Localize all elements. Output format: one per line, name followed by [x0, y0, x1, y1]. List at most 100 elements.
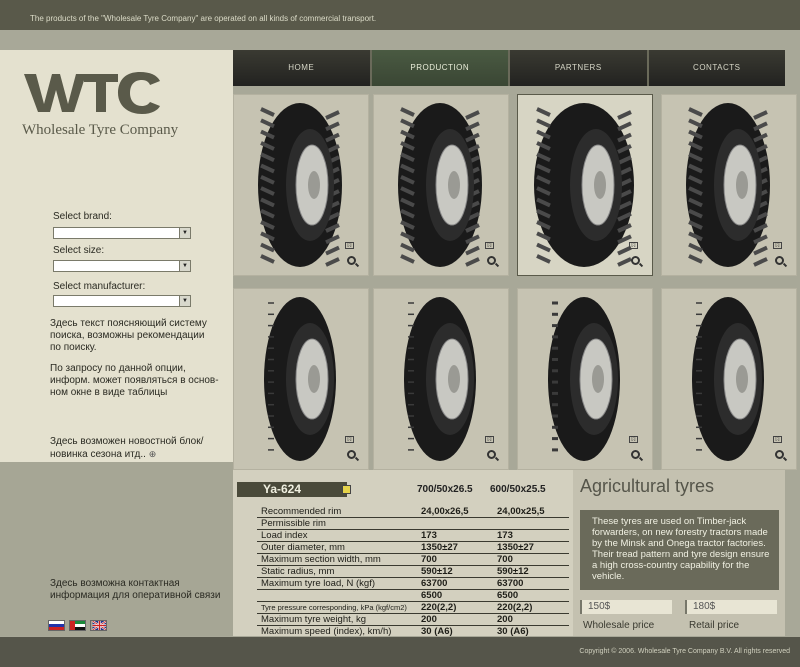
- uk-flag-icon[interactable]: [90, 620, 107, 631]
- tyre-card[interactable]: [:]: [233, 288, 369, 470]
- enlarge-icon[interactable]: [:]: [773, 242, 782, 249]
- tyre-card[interactable]: [:]: [517, 288, 653, 470]
- size-label: Select size:: [53, 245, 105, 256]
- spec-label: Outer diameter, mm: [257, 541, 417, 554]
- enlarge-icon[interactable]: [:]: [629, 242, 638, 249]
- enlarge-icon[interactable]: [:]: [345, 436, 354, 443]
- spec-row: Static radius, mm 590±12 590±12: [257, 565, 569, 578]
- enlarge-icon[interactable]: [:]: [485, 242, 494, 249]
- tyre-card[interactable]: [:]: [661, 94, 797, 276]
- highway-tyre-image[interactable]: [250, 295, 350, 463]
- footer: Copyright © 2006. Wholesale Tyre Company…: [0, 637, 800, 667]
- spec-label: [257, 589, 417, 602]
- brand-select[interactable]: ▼: [53, 227, 191, 239]
- tyre-gallery: [:] [:] [:] [:] [:] [:] [:] [:]: [233, 90, 797, 470]
- wholesale-price-label: Wholesale price: [583, 620, 655, 631]
- tyre-card[interactable]: [:]: [373, 94, 509, 276]
- manufacturer-label: Select manufacturer:: [53, 281, 146, 292]
- spec-value-1: 220(2,2): [417, 601, 493, 614]
- nav-home[interactable]: HOME: [233, 50, 372, 86]
- chevron-down-icon[interactable]: ▼: [179, 261, 190, 271]
- spec-value-1: 24,00x26,5: [417, 506, 493, 518]
- highway-tyre-image[interactable]: [678, 295, 778, 463]
- spec-label: Maximum tyre load, N (kgf): [257, 577, 417, 590]
- language-switcher: [48, 620, 107, 631]
- spec-label: Maximum section width, mm: [257, 553, 417, 566]
- model-marker-icon: [342, 485, 351, 494]
- search-note-line: по поиску.: [50, 342, 97, 353]
- chevron-down-icon[interactable]: ▼: [179, 296, 190, 306]
- spec-row: Maximum section width, mm 700 700: [257, 553, 569, 566]
- tyre-card[interactable]: [:]: [661, 288, 797, 470]
- zoom-icon[interactable]: [347, 450, 356, 459]
- news-block: Здесь возможен новостной блок/ новинка с…: [50, 436, 203, 461]
- company-name: Wholesale Tyre Company: [22, 122, 179, 138]
- flotation-tyre-image[interactable]: [534, 101, 634, 269]
- spec-value-2: 6500: [493, 589, 569, 602]
- main-nav: HOME PRODUCTION PARTNERS CONTACTS: [233, 50, 785, 86]
- contact-note: Здесь возможна контактная информация для…: [50, 578, 220, 602]
- size-column-1[interactable]: 700/50x26.5: [417, 484, 473, 495]
- news-line: Здесь возможен новостной блок/: [50, 436, 204, 447]
- spec-value-2: 220(2,2): [493, 601, 569, 614]
- spec-label: Permissible rim: [257, 517, 417, 530]
- size-select[interactable]: ▼: [53, 260, 191, 272]
- request-note-line: По запросу по данной опции,: [50, 363, 186, 374]
- more-icon[interactable]: ⊕: [149, 449, 157, 459]
- manufacturer-select[interactable]: ▼: [53, 295, 191, 307]
- enlarge-icon[interactable]: [:]: [629, 436, 638, 443]
- zoom-icon[interactable]: [631, 256, 640, 265]
- zoom-icon[interactable]: [487, 450, 496, 459]
- spec-value-1: [417, 517, 493, 530]
- spec-row: Load index 173 173: [257, 529, 569, 542]
- spec-label: Load index: [257, 529, 417, 542]
- enlarge-icon[interactable]: [:]: [485, 436, 494, 443]
- nav-partners[interactable]: PARTNERS: [510, 50, 649, 86]
- zoom-icon[interactable]: [347, 256, 356, 265]
- winter-tyre-image[interactable]: [534, 295, 634, 463]
- spec-value-2: 24,00x25,5: [493, 506, 569, 518]
- nav-contacts[interactable]: CONTACTS: [648, 50, 785, 86]
- spec-value-2: 200: [493, 613, 569, 626]
- description-panel: Agricultural tyres These tyres are used …: [573, 470, 785, 636]
- request-note-line: информ. может появляться в основ-: [50, 375, 219, 386]
- spec-label: Maximum speed (index), km/h): [257, 625, 417, 638]
- nav-production[interactable]: PRODUCTION: [371, 50, 510, 86]
- spec-label: Recommended rim: [257, 506, 417, 518]
- enlarge-icon[interactable]: [:]: [773, 436, 782, 443]
- copyright: Copyright © 2006. Wholesale Tyre Company…: [579, 648, 790, 655]
- tyre-card[interactable]: [:]: [517, 94, 653, 276]
- tyre-card[interactable]: [:]: [233, 94, 369, 276]
- zoom-icon[interactable]: [775, 450, 784, 459]
- search-note-line: Здесь текст поясняющий систему: [50, 318, 207, 329]
- russian-flag-icon[interactable]: [48, 620, 65, 631]
- zoom-icon[interactable]: [775, 256, 784, 265]
- size-column-2[interactable]: 600/50x25.5: [490, 484, 546, 495]
- agricultural-tyre-image[interactable]: [678, 101, 778, 269]
- agricultural-tyre-image[interactable]: [250, 101, 350, 269]
- highway-tyre-image[interactable]: [390, 295, 490, 463]
- spec-value-2: 173: [493, 529, 569, 542]
- uae-flag-icon[interactable]: [69, 620, 86, 631]
- zoom-icon[interactable]: [631, 450, 640, 459]
- contact-line: Здесь возможна контактная: [50, 578, 180, 589]
- chevron-down-icon[interactable]: ▼: [179, 228, 190, 238]
- tyre-card[interactable]: [:]: [373, 288, 509, 470]
- spec-value-2: 1350±27: [493, 541, 569, 554]
- spec-table: Recommended rim 24,00x26,5 24,00x25,5 Permi…: [257, 506, 569, 638]
- tagline: The products of the "Wholesale Tyre Comp…: [30, 14, 377, 23]
- spec-panel: Ya-624 700/50x26.5 600/50x25.5 Recommend…: [233, 470, 573, 638]
- spec-value-1: 200: [417, 613, 493, 626]
- zoom-icon[interactable]: [487, 256, 496, 265]
- description-text: These tyres are used on Timber-jack forw…: [580, 510, 779, 590]
- agricultural-tyre-image[interactable]: [390, 101, 490, 269]
- model-tab[interactable]: Ya-624: [237, 482, 351, 497]
- product-details: Ya-624 700/50x26.5 600/50x25.5 Recommend…: [233, 470, 785, 638]
- company-logo[interactable]: Wholesale Tyre Company: [22, 70, 217, 138]
- enlarge-icon[interactable]: [:]: [345, 242, 354, 249]
- spec-value-1: 1350±27: [417, 541, 493, 554]
- request-note-line: ном окне в виде таблицы: [50, 387, 168, 398]
- search-note: Здесь текст поясняющий систему поиска, в…: [50, 318, 207, 354]
- spec-row: Outer diameter, mm 1350±27 1350±27: [257, 541, 569, 554]
- spec-value-1: 700: [417, 553, 493, 566]
